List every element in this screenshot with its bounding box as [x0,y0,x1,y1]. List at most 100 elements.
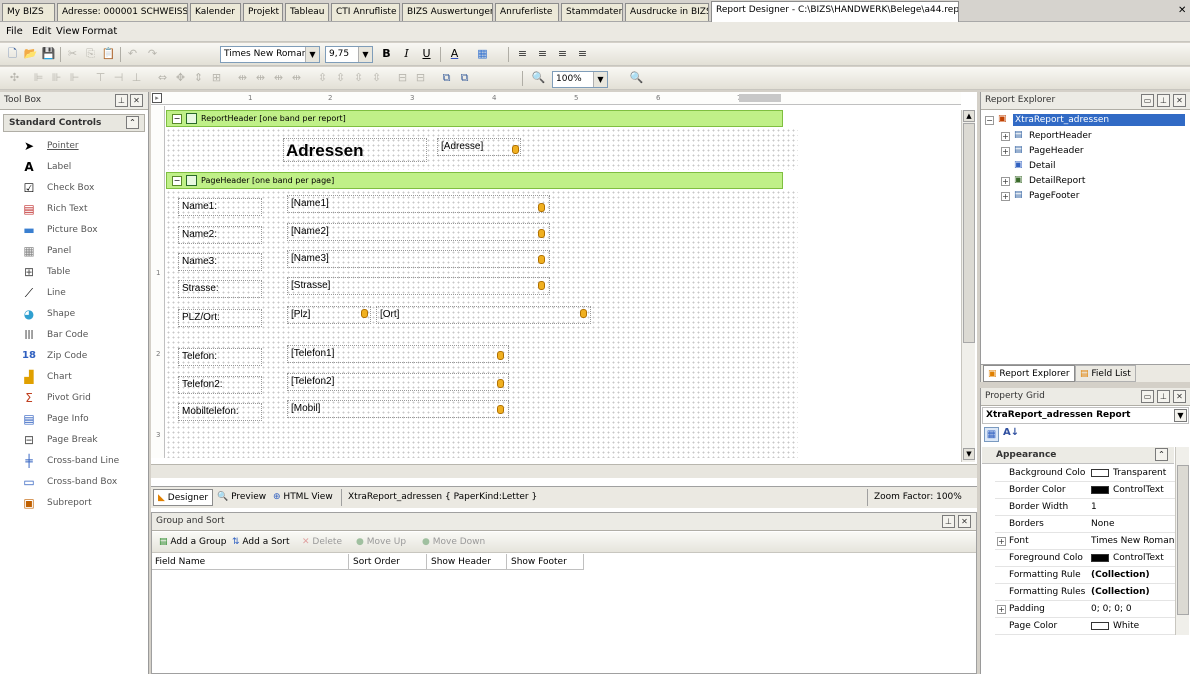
strasse-label[interactable]: Strasse: [178,280,262,298]
toolbox-item-panel[interactable]: ▦ Panel [0,241,148,261]
paste-icon[interactable]: 📋 [100,46,117,63]
delete-button[interactable]: ✕ Delete [298,534,346,551]
back-color-icon[interactable]: ▦ [474,46,491,63]
toolbox-item-pagebreak[interactable]: ⊟ Page Break [0,430,148,450]
report-design-surface[interactable]: ▸ 1 2 3 4 5 6 7 1 2 3 − ReportHeader [on… [151,92,977,512]
close-icon[interactable]: ✕ [958,515,971,528]
property-scrollbar[interactable] [1175,447,1189,635]
menu-view[interactable]: View [56,26,80,37]
expand-icon[interactable]: + [1001,147,1010,156]
report-header-band[interactable]: − ReportHeader [one band per report] [166,110,783,127]
add-group-button[interactable]: ▤ Add a Group [155,534,230,551]
copy-icon[interactable]: ⎘ [82,46,99,63]
toolbox-item-picturebox[interactable]: ▬ Picture Box [0,220,148,240]
same-size-icon[interactable]: ⊞ [208,70,225,87]
scrollbar-thumb[interactable] [963,123,975,343]
tab-bizs-auswertungen[interactable]: BIZS Auswertungen [402,3,493,21]
pin-icon[interactable]: ⊥ [942,515,955,528]
toolbox-item-pointer[interactable]: ➤ Pointer [0,136,148,156]
hspace-equal-icon[interactable]: ⇹ [234,70,251,87]
horizontal-scrollbar[interactable] [151,464,977,478]
categorized-icon[interactable]: ▦ [984,427,999,442]
adresse-field[interactable]: [Adresse] [437,138,521,156]
bring-to-front-icon[interactable]: ⧉ [438,70,455,87]
toolbox-item-barcode[interactable]: ||| Bar Code [0,325,148,345]
toolbox-item-line[interactable]: ⟋ Line [0,283,148,303]
menu-edit[interactable]: Edit [32,26,51,37]
smart-tag-icon[interactable] [538,203,545,212]
prop-row[interactable]: Page Color White [995,618,1175,635]
prop-row[interactable]: Formatting Rule (Collection) [995,567,1175,584]
font-color-icon[interactable]: A [446,46,463,63]
designer-tab[interactable]: ◣ Designer [153,489,214,506]
hspace-remove-icon[interactable]: ⇹ [288,70,305,87]
bold-button[interactable]: B [378,46,395,63]
column-header[interactable]: Field Name [155,557,345,567]
expand-icon[interactable]: + [1001,177,1010,186]
toolbox-item-subreport[interactable]: ▣ Subreport [0,493,148,513]
prop-row[interactable]: Border Width 1 [995,499,1175,516]
column-header[interactable]: Sort Order [348,554,426,570]
send-to-back-icon[interactable]: ⧉ [456,70,473,87]
toolbox-item-zipcode[interactable]: 18 Zip Code [0,346,148,366]
prop-row[interactable]: + Font Times New Roman;... [995,533,1179,550]
close-icon[interactable]: ✕ [1173,94,1186,107]
center-vertically-icon[interactable]: ⊟ [412,70,429,87]
scroll-down-icon[interactable]: ▼ [963,448,975,460]
window-icon[interactable]: ▭ [1141,390,1154,403]
zoom-in-icon[interactable]: 🔍 [628,70,645,87]
menu-file[interactable]: File [6,26,23,37]
vspace-inc-icon[interactable]: ⇳ [332,70,349,87]
open-icon[interactable]: 📂 [22,46,39,63]
prop-row[interactable]: Borders None [995,516,1175,533]
align-justify-icon[interactable]: ≡ [574,46,591,63]
alphabetical-icon[interactable]: A↓ [1003,427,1019,438]
scroll-up-icon[interactable]: ▲ [963,110,975,122]
plz-ort-label[interactable]: PLZ/Ort: [178,309,262,327]
pin-icon[interactable]: ⊥ [1157,94,1170,107]
add-sort-button[interactable]: ⇅ Add a Sort [228,534,294,551]
expand-icon[interactable]: + [997,605,1006,614]
name3-field[interactable]: [Name3] [287,250,550,268]
title-label[interactable]: Adressen [283,138,427,162]
tab-my-bizs[interactable]: My BIZS [2,3,55,21]
close-icon[interactable]: ✕ [1173,390,1186,403]
pin-icon[interactable]: ⊥ [115,94,128,107]
save-icon[interactable]: 💾 [40,46,57,63]
smart-tag-icon[interactable] [361,309,368,318]
telefon-label[interactable]: Telefon: [178,348,262,366]
vspace-remove-icon[interactable]: ⇳ [368,70,385,87]
new-icon[interactable]: 🗋 [4,46,21,63]
expand-icon[interactable]: + [997,537,1006,546]
smart-tag-icon[interactable] [538,255,545,264]
toolbox-item-crossbandline[interactable]: ╪ Cross-band Line [0,451,148,471]
name2-field[interactable]: [Name2] [287,223,550,241]
category-appearance[interactable]: Appearance ⌃ [982,447,1174,464]
ruler-corner-icon[interactable]: ▸ [152,93,162,103]
zoom-select[interactable]: 100% ▼ [552,71,608,88]
smart-tag-icon[interactable] [497,351,504,360]
tab-kalender[interactable]: Kalender [190,3,241,21]
align-rights-icon[interactable]: ⊩ [66,70,83,87]
menu-format[interactable]: Format [82,26,117,37]
close-icon[interactable]: ✕ [130,94,143,107]
collapse-icon[interactable]: ⌃ [126,116,139,129]
align-bottoms-icon[interactable]: ⊥ [128,70,145,87]
collapse-icon[interactable]: − [985,116,994,125]
toolbox-item-crossbandbox[interactable]: ▭ Cross-band Box [0,472,148,492]
smart-tag-icon[interactable] [512,145,519,154]
tab-stammdaten[interactable]: Stammdaten [561,3,623,21]
smart-tag-icon[interactable] [538,229,545,238]
name3-label[interactable]: Name3: [178,253,262,271]
telefon2-field[interactable]: [Telefon2] [287,373,509,391]
name1-label[interactable]: Name1: [178,198,262,216]
chevron-down-icon[interactable]: ▼ [1174,409,1187,422]
size-to-grid-icon[interactable]: ✥ [172,70,189,87]
telefon2-label[interactable]: Telefon2: [178,376,262,394]
italic-button[interactable]: I [398,46,415,63]
prop-row[interactable]: Border Color ControlText [995,482,1175,499]
underline-button[interactable]: U [418,46,435,63]
toolbox-item-richtext[interactable]: ▤ Rich Text [0,199,148,219]
field-list-tab[interactable]: ▤ Field List [1075,365,1136,382]
prop-row[interactable]: Background Colo Transparent [995,465,1175,482]
